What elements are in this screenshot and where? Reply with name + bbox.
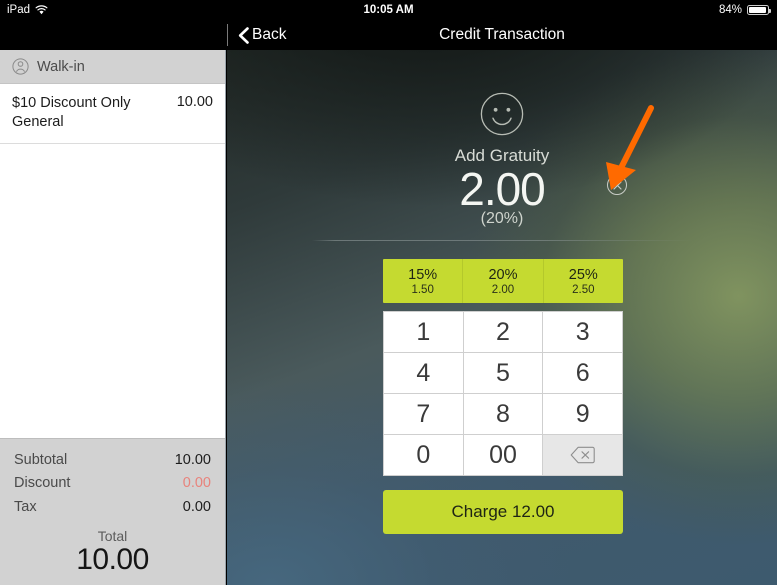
- person-icon: [12, 58, 29, 75]
- page-title: Credit Transaction: [439, 26, 565, 43]
- tip-button-20[interactable]: 20% 2.00: [463, 259, 544, 303]
- tip-amount-label: 1.50: [411, 283, 434, 296]
- tip-button-25[interactable]: 25% 2.50: [543, 259, 623, 303]
- customer-name: Walk-in: [37, 58, 85, 75]
- keypad-key-0[interactable]: 0: [384, 435, 463, 475]
- tax-value: 0.00: [182, 498, 211, 515]
- charge-button[interactable]: Charge 12.00: [383, 490, 623, 534]
- ipad-pos-screen: iPad 10:05 AM 84% Back Credit Transactio…: [0, 0, 777, 585]
- cart-item-name: $10 Discount Only General: [12, 95, 131, 130]
- total-value: 10.00: [76, 543, 149, 576]
- gratuity-content: Add Gratuity 2.00 (20%) 15% 1.50 20% 2.0…: [227, 50, 777, 585]
- subtotal-label: Subtotal: [14, 451, 68, 468]
- order-sidebar: Walk-in $10 Discount Only General 10.00 …: [0, 50, 226, 585]
- clear-circle-x-icon[interactable]: [607, 175, 627, 195]
- tip-preset-row: 15% 1.50 20% 2.00 25% 2.50: [383, 259, 623, 303]
- tip-amount-label: 2.50: [572, 283, 595, 296]
- discount-label: Discount: [14, 475, 71, 492]
- navigation-bar: Back Credit Transaction: [227, 20, 777, 50]
- customer-header[interactable]: Walk-in: [0, 50, 225, 84]
- keypad-key-00[interactable]: 00: [463, 435, 543, 475]
- subtotal-value: 10.00: [174, 451, 211, 468]
- smiley-face-icon: [480, 92, 524, 136]
- keypad-key-9[interactable]: 9: [543, 394, 622, 434]
- keypad-key-1[interactable]: 1: [384, 312, 463, 352]
- status-bar-right: 84%: [718, 4, 771, 16]
- table-row: Tax 0.00: [14, 496, 211, 519]
- keypad-key-5[interactable]: 5: [463, 353, 543, 393]
- tax-label: Tax: [14, 498, 37, 515]
- tip-percent-label: 25%: [568, 266, 598, 283]
- status-bar: iPad 10:05 AM 84%: [0, 0, 777, 20]
- section-divider: [312, 240, 694, 241]
- keypad-key-3[interactable]: 3: [543, 312, 622, 352]
- discount-value: 0.00: [182, 475, 211, 492]
- battery-percent-label: 84%: [718, 4, 742, 16]
- numeric-keypad: 1 2 3 4 5 6 7 8 9 0 00: [383, 311, 623, 476]
- cart-item-list: $10 Discount Only General 10.00: [0, 84, 225, 145]
- keypad-key-6[interactable]: 6: [543, 353, 622, 393]
- battery-icon: [747, 5, 771, 15]
- cart-empty-space: [0, 144, 225, 438]
- table-row: Subtotal 10.00: [14, 449, 211, 472]
- tip-button-15[interactable]: 15% 1.50: [383, 259, 464, 303]
- tip-amount-label: 2.00: [491, 283, 515, 296]
- status-bar-clock: 10:05 AM: [363, 4, 414, 16]
- total-label: Total: [97, 528, 128, 544]
- list-item[interactable]: $10 Discount Only General 10.00: [0, 84, 225, 145]
- backspace-icon[interactable]: [543, 435, 622, 475]
- gratuity-panel: Add Gratuity 2.00 (20%) 15% 1.50 20% 2.0…: [227, 50, 777, 585]
- cart-item-price: 10.00: [176, 94, 213, 110]
- gratuity-percent: (20%): [480, 210, 524, 227]
- keypad-key-8[interactable]: 8: [463, 394, 543, 434]
- tip-percent-label: 20%: [488, 266, 518, 283]
- totals-panel: Subtotal 10.00 Discount 0.00 Tax 0.00 To…: [0, 437, 225, 585]
- tip-percent-label: 15%: [408, 266, 438, 283]
- keypad-key-2[interactable]: 2: [463, 312, 543, 352]
- gratuity-amount: 2.00: [459, 163, 546, 215]
- keypad-key-7[interactable]: 7: [384, 394, 463, 434]
- table-row: Discount 0.00: [14, 472, 211, 495]
- keypad-key-4[interactable]: 4: [384, 353, 463, 393]
